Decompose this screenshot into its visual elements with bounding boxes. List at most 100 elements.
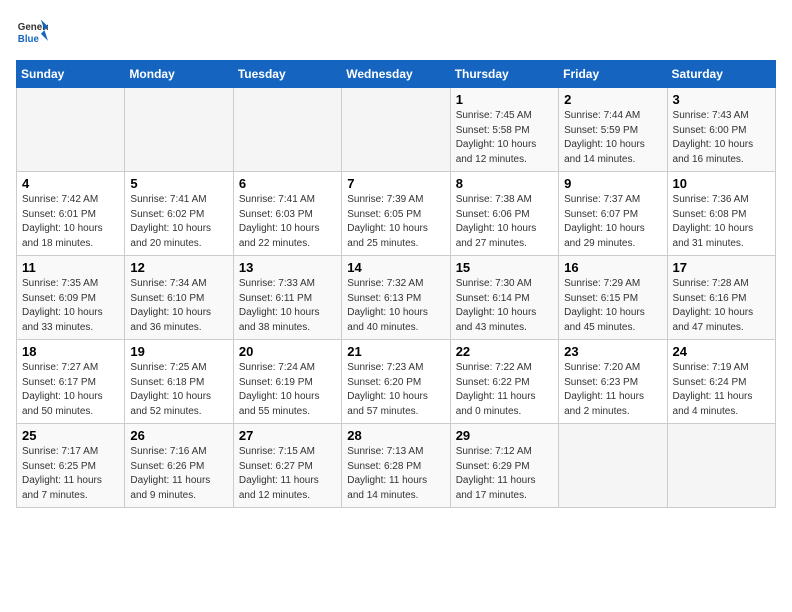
calendar-cell: 19 Sunrise: 7:25 AM Sunset: 6:18 PM Dayli… [125, 340, 233, 424]
day-number: 22 [456, 344, 553, 359]
day-info: Sunrise: 7:29 AM Sunset: 6:15 PM Dayligh… [564, 277, 661, 335]
calendar-cell: 29Sunrise: 7:12 AM Sunset: 6:29 PM Dayli… [450, 424, 558, 508]
day-info: Sunrise: 7:23 AM Sunset: 6:20 PM Dayligh… [347, 361, 444, 419]
day-number: 23 [564, 344, 661, 359]
day-number: 19 [130, 344, 227, 359]
day-header-thursday: Thursday [450, 61, 558, 88]
calendar-cell [667, 424, 775, 508]
day-number: 2 [564, 92, 661, 107]
day-info: Sunrise: 7:20 AM Sunset: 6:23 PM Dayligh… [564, 361, 661, 419]
day-info: Sunrise: 7:38 AM Sunset: 6:06 PM Dayligh… [456, 193, 553, 251]
calendar-cell: 1 Sunrise: 7:45 AM Sunset: 5:58 PM Daylig… [450, 88, 558, 172]
day-number: 11 [22, 260, 119, 275]
logo-icon: General Blue [16, 16, 48, 48]
day-number: 1 [456, 92, 553, 107]
calendar-cell: 18Sunrise: 7:27 AM Sunset: 6:17 PM Dayli… [17, 340, 125, 424]
day-number: 24 [673, 344, 770, 359]
day-number: 28 [347, 428, 444, 443]
calendar-cell: 21 Sunrise: 7:23 AM Sunset: 6:20 PM Dayli… [342, 340, 450, 424]
day-info: Sunrise: 7:22 AM Sunset: 6:22 PM Dayligh… [456, 361, 553, 419]
calendar-cell [233, 88, 341, 172]
day-header-sunday: Sunday [17, 61, 125, 88]
day-number: 14 [347, 260, 444, 275]
day-info: Sunrise: 7:32 AM Sunset: 6:13 PM Dayligh… [347, 277, 444, 335]
day-number: 3 [673, 92, 770, 107]
calendar-cell: 3 Sunrise: 7:43 AM Sunset: 6:00 PM Daylig… [667, 88, 775, 172]
calendar-cell: 28 Sunrise: 7:13 AM Sunset: 6:28 PM Dayli… [342, 424, 450, 508]
day-info: Sunrise: 7:30 AM Sunset: 6:14 PM Dayligh… [456, 277, 553, 335]
day-info: Sunrise: 7:28 AM Sunset: 6:16 PM Dayligh… [673, 277, 770, 335]
calendar-table: SundayMondayTuesdayWednesdayThursdayFrid… [16, 60, 776, 508]
day-number: 5 [130, 176, 227, 191]
day-info: Sunrise: 7:24 AM Sunset: 6:19 PM Dayligh… [239, 361, 336, 419]
day-number: 20 [239, 344, 336, 359]
day-number: 8 [456, 176, 553, 191]
day-info: Sunrise: 7:41 AM Sunset: 6:03 PM Dayligh… [239, 193, 336, 251]
day-number: 21 [347, 344, 444, 359]
day-header-tuesday: Tuesday [233, 61, 341, 88]
calendar-cell: 11 Sunrise: 7:35 AM Sunset: 6:09 PM Dayli… [17, 256, 125, 340]
day-info: Sunrise: 7:41 AM Sunset: 6:02 PM Dayligh… [130, 193, 227, 251]
day-info: Sunrise: 7:37 AM Sunset: 6:07 PM Dayligh… [564, 193, 661, 251]
day-info: Sunrise: 7:25 AM Sunset: 6:18 PM Dayligh… [130, 361, 227, 419]
day-header-wednesday: Wednesday [342, 61, 450, 88]
week-row-1: 1 Sunrise: 7:45 AM Sunset: 5:58 PM Daylig… [17, 88, 776, 172]
calendar-cell: 9 Sunrise: 7:37 AM Sunset: 6:07 PM Daylig… [559, 172, 667, 256]
calendar-cell: 17 Sunrise: 7:28 AM Sunset: 6:16 PM Dayli… [667, 256, 775, 340]
day-info: Sunrise: 7:43 AM Sunset: 6:00 PM Dayligh… [673, 109, 770, 167]
day-info: Sunrise: 7:12 AM Sunset: 6:29 PM Dayligh… [456, 445, 553, 503]
calendar-cell: 4 Sunrise: 7:42 AM Sunset: 6:01 PM Daylig… [17, 172, 125, 256]
week-row-3: 11 Sunrise: 7:35 AM Sunset: 6:09 PM Dayli… [17, 256, 776, 340]
day-number: 18 [22, 344, 119, 359]
calendar-cell [559, 424, 667, 508]
header: General Blue [16, 16, 776, 48]
calendar-cell: 14 Sunrise: 7:32 AM Sunset: 6:13 PM Dayli… [342, 256, 450, 340]
week-row-4: 18Sunrise: 7:27 AM Sunset: 6:17 PM Dayli… [17, 340, 776, 424]
day-info: Sunrise: 7:34 AM Sunset: 6:10 PM Dayligh… [130, 277, 227, 335]
day-header-friday: Friday [559, 61, 667, 88]
days-header-row: SundayMondayTuesdayWednesdayThursdayFrid… [17, 61, 776, 88]
day-number: 26 [130, 428, 227, 443]
calendar-cell: 7Sunrise: 7:39 AM Sunset: 6:05 PM Daylig… [342, 172, 450, 256]
calendar-cell: 5 Sunrise: 7:41 AM Sunset: 6:02 PM Daylig… [125, 172, 233, 256]
calendar-cell [342, 88, 450, 172]
calendar-cell [125, 88, 233, 172]
day-number: 12 [130, 260, 227, 275]
day-info: Sunrise: 7:35 AM Sunset: 6:09 PM Dayligh… [22, 277, 119, 335]
day-info: Sunrise: 7:13 AM Sunset: 6:28 PM Dayligh… [347, 445, 444, 503]
day-number: 27 [239, 428, 336, 443]
calendar-cell: 25Sunrise: 7:17 AM Sunset: 6:25 PM Dayli… [17, 424, 125, 508]
day-info: Sunrise: 7:44 AM Sunset: 5:59 PM Dayligh… [564, 109, 661, 167]
day-number: 9 [564, 176, 661, 191]
calendar-cell: 13Sunrise: 7:33 AM Sunset: 6:11 PM Dayli… [233, 256, 341, 340]
day-number: 17 [673, 260, 770, 275]
logo: General Blue [16, 16, 48, 48]
day-number: 10 [673, 176, 770, 191]
calendar-cell: 27 Sunrise: 7:15 AM Sunset: 6:27 PM Dayli… [233, 424, 341, 508]
day-number: 15 [456, 260, 553, 275]
week-row-2: 4 Sunrise: 7:42 AM Sunset: 6:01 PM Daylig… [17, 172, 776, 256]
day-info: Sunrise: 7:42 AM Sunset: 6:01 PM Dayligh… [22, 193, 119, 251]
calendar-cell: 22 Sunrise: 7:22 AM Sunset: 6:22 PM Dayli… [450, 340, 558, 424]
day-info: Sunrise: 7:16 AM Sunset: 6:26 PM Dayligh… [130, 445, 227, 503]
calendar-cell: 6Sunrise: 7:41 AM Sunset: 6:03 PM Daylig… [233, 172, 341, 256]
day-info: Sunrise: 7:17 AM Sunset: 6:25 PM Dayligh… [22, 445, 119, 503]
day-number: 4 [22, 176, 119, 191]
day-info: Sunrise: 7:19 AM Sunset: 6:24 PM Dayligh… [673, 361, 770, 419]
day-header-monday: Monday [125, 61, 233, 88]
calendar-cell: 12 Sunrise: 7:34 AM Sunset: 6:10 PM Dayli… [125, 256, 233, 340]
day-number: 7 [347, 176, 444, 191]
calendar-cell [17, 88, 125, 172]
calendar-cell: 10 Sunrise: 7:36 AM Sunset: 6:08 PM Dayli… [667, 172, 775, 256]
day-header-saturday: Saturday [667, 61, 775, 88]
day-info: Sunrise: 7:36 AM Sunset: 6:08 PM Dayligh… [673, 193, 770, 251]
day-number: 16 [564, 260, 661, 275]
calendar-cell: 2 Sunrise: 7:44 AM Sunset: 5:59 PM Daylig… [559, 88, 667, 172]
day-info: Sunrise: 7:15 AM Sunset: 6:27 PM Dayligh… [239, 445, 336, 503]
week-row-5: 25Sunrise: 7:17 AM Sunset: 6:25 PM Dayli… [17, 424, 776, 508]
calendar-cell: 20 Sunrise: 7:24 AM Sunset: 6:19 PM Dayli… [233, 340, 341, 424]
day-info: Sunrise: 7:45 AM Sunset: 5:58 PM Dayligh… [456, 109, 553, 167]
calendar-cell: 24 Sunrise: 7:19 AM Sunset: 6:24 PM Dayli… [667, 340, 775, 424]
calendar-cell: 23 Sunrise: 7:20 AM Sunset: 6:23 PM Dayli… [559, 340, 667, 424]
calendar-cell: 26 Sunrise: 7:16 AM Sunset: 6:26 PM Dayli… [125, 424, 233, 508]
